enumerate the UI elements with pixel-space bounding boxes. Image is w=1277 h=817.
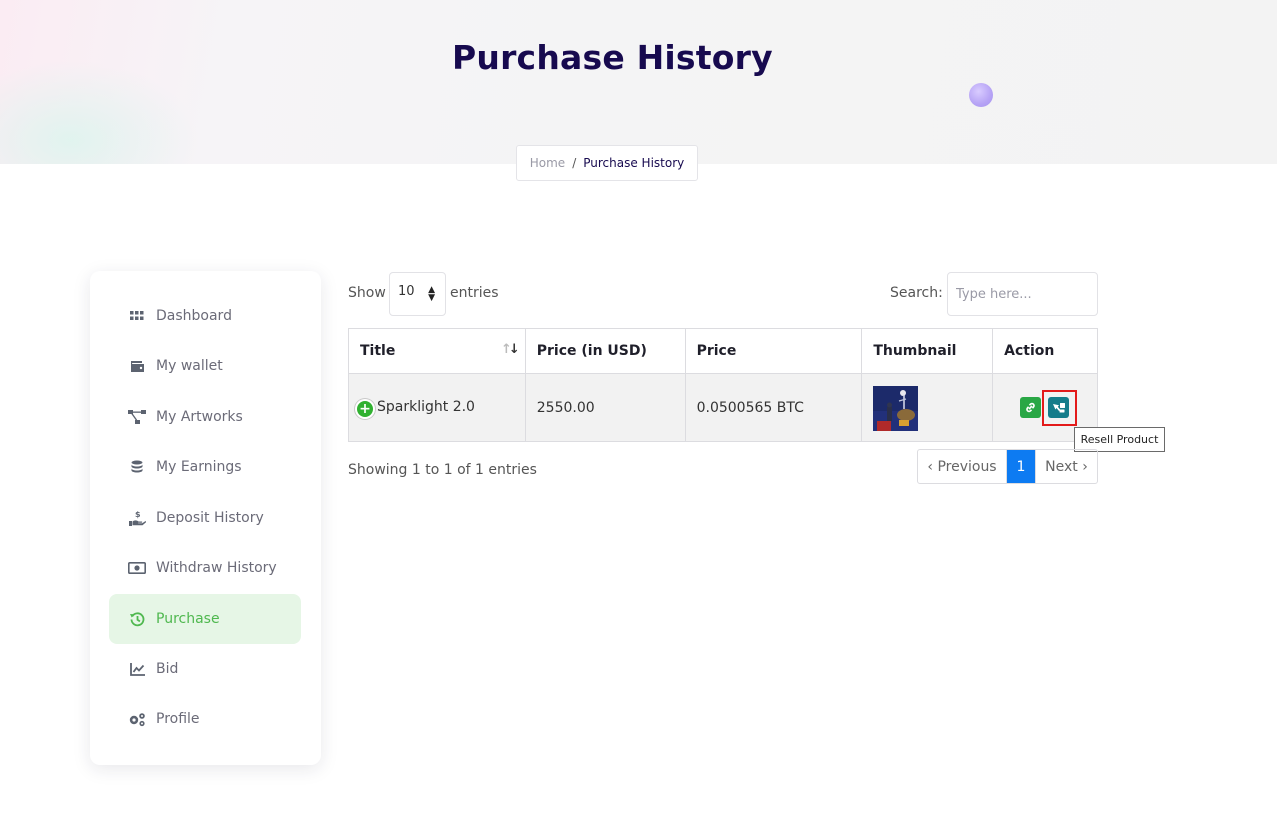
sidebar-item-label: My Earnings: [156, 459, 242, 475]
network-icon: [128, 408, 146, 426]
highlight-box: [1042, 390, 1078, 426]
hand-dollar-icon: $: [128, 509, 146, 527]
sidebar-item-withdraw-history[interactable]: Withdraw History: [109, 543, 301, 593]
purchase-history-table: Title ↑↓ Price (in USD) Price Thumbnail …: [348, 328, 1098, 442]
sidebar-item-my-wallet[interactable]: My wallet: [109, 341, 301, 391]
page-length-value: 10: [398, 284, 415, 299]
sidebar-item-deposit-history[interactable]: $ Deposit History: [109, 493, 301, 543]
sidebar-item-purchase[interactable]: Purchase: [109, 594, 301, 644]
sidebar-item-label: My Artworks: [156, 409, 243, 425]
cell-price-usd: 2550.00: [524, 373, 686, 442]
column-header-title[interactable]: Title ↑↓: [348, 328, 526, 374]
page-1-button[interactable]: 1: [1007, 450, 1035, 483]
cell-title: + Sparklight 2.0: [348, 373, 526, 442]
table-header-row: Title ↑↓ Price (in USD) Price Thumbnail …: [348, 328, 1098, 374]
select-caret-icon: ▲ ▼: [428, 285, 435, 303]
sidebar-item-label: My wallet: [156, 358, 223, 374]
money-bill-icon: [128, 559, 146, 577]
pagination: ‹ Previous 1 Next ›: [917, 449, 1098, 484]
history-icon: [128, 610, 146, 628]
breadcrumb-separator: /: [572, 156, 577, 170]
column-header-price-usd[interactable]: Price (in USD): [524, 328, 686, 374]
column-header-action[interactable]: Action: [992, 328, 1098, 374]
link-icon: [1026, 402, 1035, 413]
previous-page-button[interactable]: ‹ Previous: [918, 450, 1007, 483]
sidebar-item-my-earnings[interactable]: My Earnings: [109, 442, 301, 492]
cell-thumbnail: [861, 373, 994, 442]
column-header-thumbnail[interactable]: Thumbnail: [861, 328, 994, 374]
artwork-thumbnail[interactable]: [873, 385, 919, 431]
wallet-icon: [128, 357, 146, 375]
page-length-select[interactable]: 10 ▲ ▼: [389, 272, 446, 316]
expand-row-icon[interactable]: +: [357, 400, 373, 417]
page-title: Purchase History: [452, 38, 773, 77]
sidebar-item-my-artworks[interactable]: My Artworks: [109, 392, 301, 442]
sidebar-item-label: Profile: [156, 711, 200, 727]
page-header: Purchase History: [0, 0, 1277, 164]
chart-line-icon: [128, 660, 146, 678]
sidebar-item-bid[interactable]: Bid: [109, 644, 301, 694]
next-page-button[interactable]: Next ›: [1035, 450, 1097, 483]
table-info: Showing 1 to 1 of 1 entries: [348, 462, 537, 478]
grid-icon: [128, 307, 146, 325]
cogs-icon: [128, 710, 146, 728]
decorative-dot: [969, 83, 993, 107]
show-label: Show: [348, 285, 386, 301]
artwork-title: Sparklight 2.0: [377, 398, 475, 415]
sort-icon[interactable]: ↑↓: [501, 342, 520, 357]
sidebar-item-label: Dashboard: [156, 308, 232, 324]
search-input[interactable]: [947, 272, 1098, 316]
sidebar-item-label: Deposit History: [156, 510, 264, 526]
sidebar-item-dashboard[interactable]: Dashboard: [109, 291, 301, 341]
coins-icon: [128, 458, 146, 476]
column-header-price[interactable]: Price: [684, 328, 863, 374]
view-link-button[interactable]: [1020, 397, 1042, 418]
svg-text:$: $: [135, 510, 141, 519]
cell-price: 0.0500565 BTC: [684, 373, 863, 442]
sidebar-item-label: Withdraw History: [156, 560, 277, 576]
entries-label: entries: [450, 285, 499, 301]
breadcrumb: Home / Purchase History: [516, 145, 698, 181]
sidebar-item-label: Bid: [156, 661, 179, 677]
sidebar-item-profile[interactable]: Profile: [109, 694, 301, 744]
sidebar: Dashboard My wallet My Artworks My Earni…: [90, 271, 321, 765]
search-label: Search:: [890, 285, 943, 301]
table-row: + Sparklight 2.0 2550.00 0.0500565 BTC: [348, 373, 1098, 442]
breadcrumb-home-link[interactable]: Home: [530, 156, 565, 170]
sidebar-item-label: Purchase: [156, 611, 220, 627]
breadcrumb-current: Purchase History: [583, 156, 685, 170]
